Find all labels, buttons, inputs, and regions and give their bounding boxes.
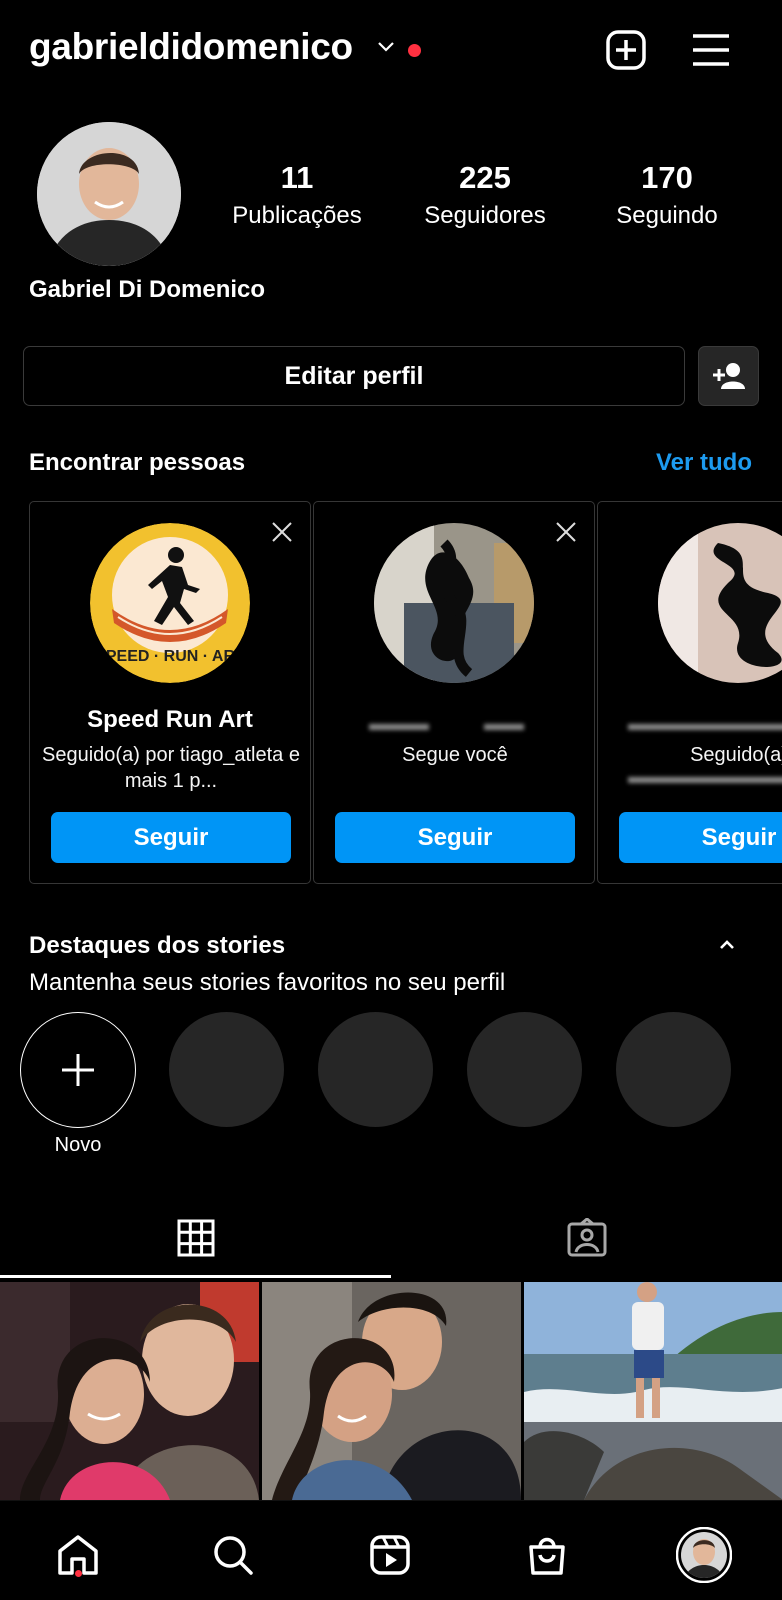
notification-dot: [408, 44, 421, 57]
suggestion-card[interactable]: Seguido(a) Seguir: [597, 501, 782, 884]
edit-profile-button[interactable]: Editar perfil: [23, 346, 685, 406]
profile-avatar: [676, 1527, 732, 1583]
posts-label: Publicações: [232, 202, 362, 229]
suggestion-avatar[interactable]: [658, 523, 782, 683]
suggestion-avatar[interactable]: [374, 523, 534, 683]
suggestion-subtitle: Segue você: [402, 744, 508, 766]
highlight-placeholder: [616, 1012, 731, 1127]
posts-grid: [0, 1282, 782, 1500]
following-stat[interactable]: 170 Seguindo: [587, 160, 747, 230]
nav-search[interactable]: [203, 1525, 263, 1585]
new-post-icon[interactable]: [604, 28, 648, 72]
bottom-navigation: [0, 1500, 782, 1600]
profile-tabs: [0, 1198, 782, 1278]
follow-button[interactable]: Seguir: [335, 812, 575, 863]
followers-count: 225: [459, 160, 511, 195]
following-count: 170: [641, 160, 693, 195]
highlights-title: Destaques dos stories: [29, 932, 286, 959]
suggestion-subtitle: Seguido(a): [690, 744, 782, 766]
following-label: Seguindo: [616, 202, 718, 229]
post-thumbnail[interactable]: [524, 1282, 782, 1500]
posts-stat[interactable]: 11 Publicações: [217, 160, 377, 230]
followers-label: Seguidores: [424, 202, 546, 229]
suggestions-title: Encontrar pessoas: [29, 449, 246, 476]
plus-icon: [62, 1054, 94, 1086]
followers-stat[interactable]: 225 Seguidores: [405, 160, 565, 230]
menu-icon[interactable]: [689, 28, 733, 72]
suggestions-carousel[interactable]: SPEED · RUN · ART Speed Run Art Seguido(…: [29, 501, 782, 885]
shop-icon: [529, 1537, 565, 1575]
suggestion-subtitle: Seguido(a) por tiago_atleta e mais 1 p..…: [42, 744, 300, 792]
profile-avatar[interactable]: [37, 122, 181, 266]
speed-run-art-logo[interactable]: SPEED · RUN · ART: [90, 523, 250, 683]
chevron-up-icon[interactable]: [718, 937, 736, 951]
chevron-down-icon[interactable]: [376, 40, 396, 54]
notification-dot: [75, 1570, 82, 1577]
highlight-placeholder: [318, 1012, 433, 1127]
hidden-name: [628, 724, 782, 730]
logo-text: SPEED · RUN · ART: [95, 648, 245, 665]
discover-people-button[interactable]: [698, 346, 759, 406]
hidden-text: [628, 777, 782, 783]
nav-shop[interactable]: [517, 1525, 577, 1585]
hidden-name: [369, 724, 429, 730]
search-icon: [214, 1536, 253, 1575]
reels-icon: [370, 1535, 410, 1575]
suggestion-name[interactable]: Speed Run Art: [30, 706, 310, 734]
hidden-name: [484, 724, 524, 730]
suggestion-card[interactable]: SPEED · RUN · ART Speed Run Art Seguido(…: [29, 501, 311, 884]
post-thumbnail[interactable]: [262, 1282, 521, 1500]
nav-profile[interactable]: [674, 1525, 734, 1585]
close-icon[interactable]: [554, 520, 578, 544]
top-bar: gabrieldidomenico: [0, 0, 782, 100]
nav-reels[interactable]: [360, 1525, 420, 1585]
account-username[interactable]: gabrieldidomenico: [29, 26, 353, 68]
follow-button[interactable]: Seguir: [51, 812, 291, 863]
close-icon[interactable]: [270, 520, 294, 544]
add-user-icon: [712, 363, 745, 389]
new-highlight-button[interactable]: [20, 1012, 136, 1128]
highlight-placeholder: [169, 1012, 284, 1127]
active-tab-indicator: [0, 1275, 391, 1278]
tab-tagged[interactable]: [391, 1198, 782, 1278]
follow-button[interactable]: Seguir: [619, 812, 782, 863]
grid-icon: [177, 1219, 214, 1257]
new-highlight-label: Novo: [54, 1134, 102, 1156]
posts-count: 11: [280, 160, 314, 195]
profile-full-name: Gabriel Di Domenico: [29, 276, 266, 303]
post-thumbnail[interactable]: [0, 1282, 259, 1500]
see-all-link[interactable]: Ver tudo: [656, 449, 752, 477]
suggestion-card[interactable]: Segue você Seguir: [313, 501, 595, 884]
highlight-placeholder: [467, 1012, 582, 1127]
tab-posts-grid[interactable]: [0, 1198, 391, 1278]
highlights-subtitle: Mantenha seus stories favoritos no seu p…: [29, 969, 506, 996]
tagged-icon: [567, 1218, 606, 1257]
